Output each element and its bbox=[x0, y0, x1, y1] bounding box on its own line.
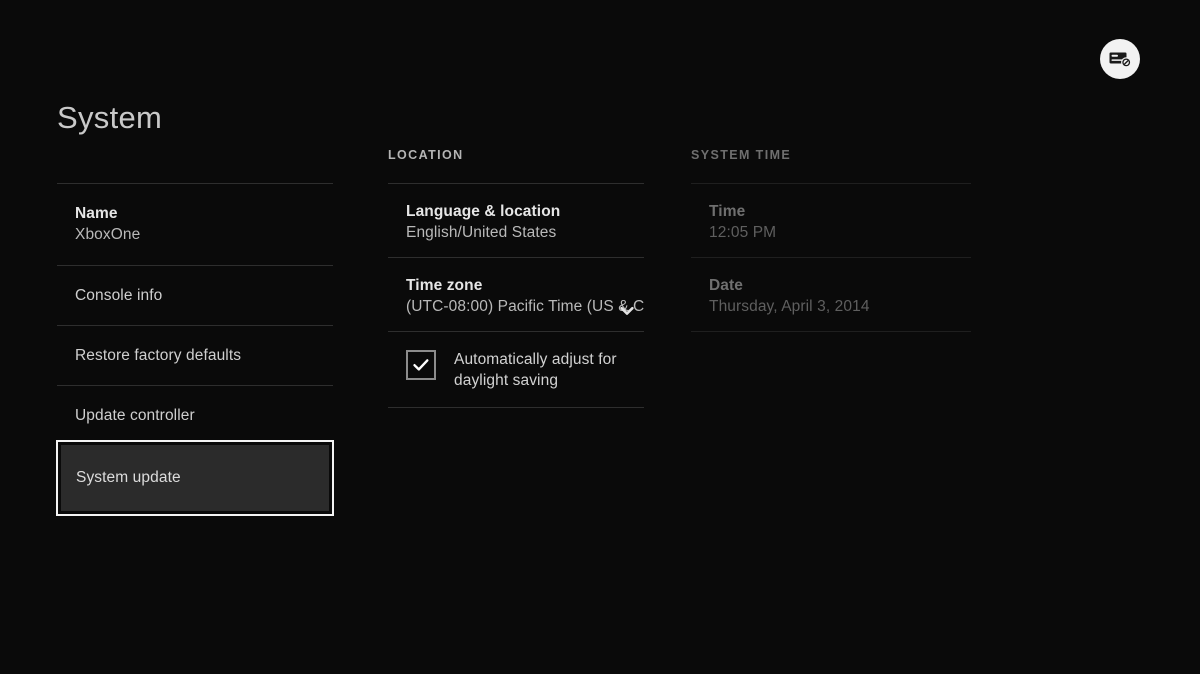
page-title: System bbox=[57, 100, 162, 136]
chevron-down-icon[interactable] bbox=[618, 302, 636, 320]
date-label: Date bbox=[709, 276, 971, 295]
language-and-location-value: English/United States bbox=[406, 222, 644, 243]
sidebar-item-restore-factory-defaults-label: Restore factory defaults bbox=[75, 346, 333, 365]
console-blocked-icon[interactable] bbox=[1100, 39, 1140, 79]
daylight-saving-row[interactable]: Automatically adjust for daylight saving bbox=[388, 331, 644, 407]
date-row[interactable]: Date Thursday, April 3, 2014 bbox=[691, 257, 971, 331]
sidebar-item-update-controller-label: Update controller bbox=[75, 406, 333, 425]
check-icon bbox=[411, 355, 431, 375]
system-settings-screen: System Name XboxOne Console info Restore… bbox=[0, 0, 1200, 674]
sidebar-item-system-update[interactable]: System update bbox=[56, 440, 334, 516]
sidebar-item-name-value: XboxOne bbox=[75, 224, 333, 245]
system-time-section-divider bbox=[691, 331, 971, 332]
sidebar-item-restore-factory-defaults[interactable]: Restore factory defaults bbox=[57, 325, 333, 385]
time-row[interactable]: Time 12:05 PM bbox=[691, 183, 971, 257]
location-section-header: LOCATION bbox=[388, 148, 464, 162]
daylight-saving-checkbox[interactable] bbox=[406, 350, 436, 380]
time-zone-label: Time zone bbox=[406, 276, 644, 295]
system-time-section-header: SYSTEM TIME bbox=[691, 148, 791, 162]
sidebar-item-name-label: Name bbox=[75, 204, 333, 223]
location-section-divider bbox=[388, 407, 644, 408]
language-and-location-label: Language & location bbox=[406, 202, 644, 221]
sidebar-item-update-controller[interactable]: Update controller bbox=[57, 385, 333, 445]
time-value: 12:05 PM bbox=[709, 222, 971, 243]
daylight-saving-label: Automatically adjust for daylight saving bbox=[454, 349, 644, 391]
time-zone-value: (UTC-08:00) Pacific Time (US & Car bbox=[406, 296, 644, 317]
time-zone-row[interactable]: Time zone (UTC-08:00) Pacific Time (US &… bbox=[388, 257, 644, 331]
time-label: Time bbox=[709, 202, 971, 221]
sidebar-item-console-info[interactable]: Console info bbox=[57, 265, 333, 325]
date-value: Thursday, April 3, 2014 bbox=[709, 296, 971, 317]
sidebar-item-system-update-inner: System update bbox=[61, 445, 329, 511]
sidebar-item-console-info-label: Console info bbox=[75, 286, 333, 305]
sidebar-item-system-update-label: System update bbox=[76, 469, 181, 487]
sidebar-item-name[interactable]: Name XboxOne bbox=[57, 183, 333, 265]
language-and-location-row[interactable]: Language & location English/United State… bbox=[388, 183, 644, 257]
